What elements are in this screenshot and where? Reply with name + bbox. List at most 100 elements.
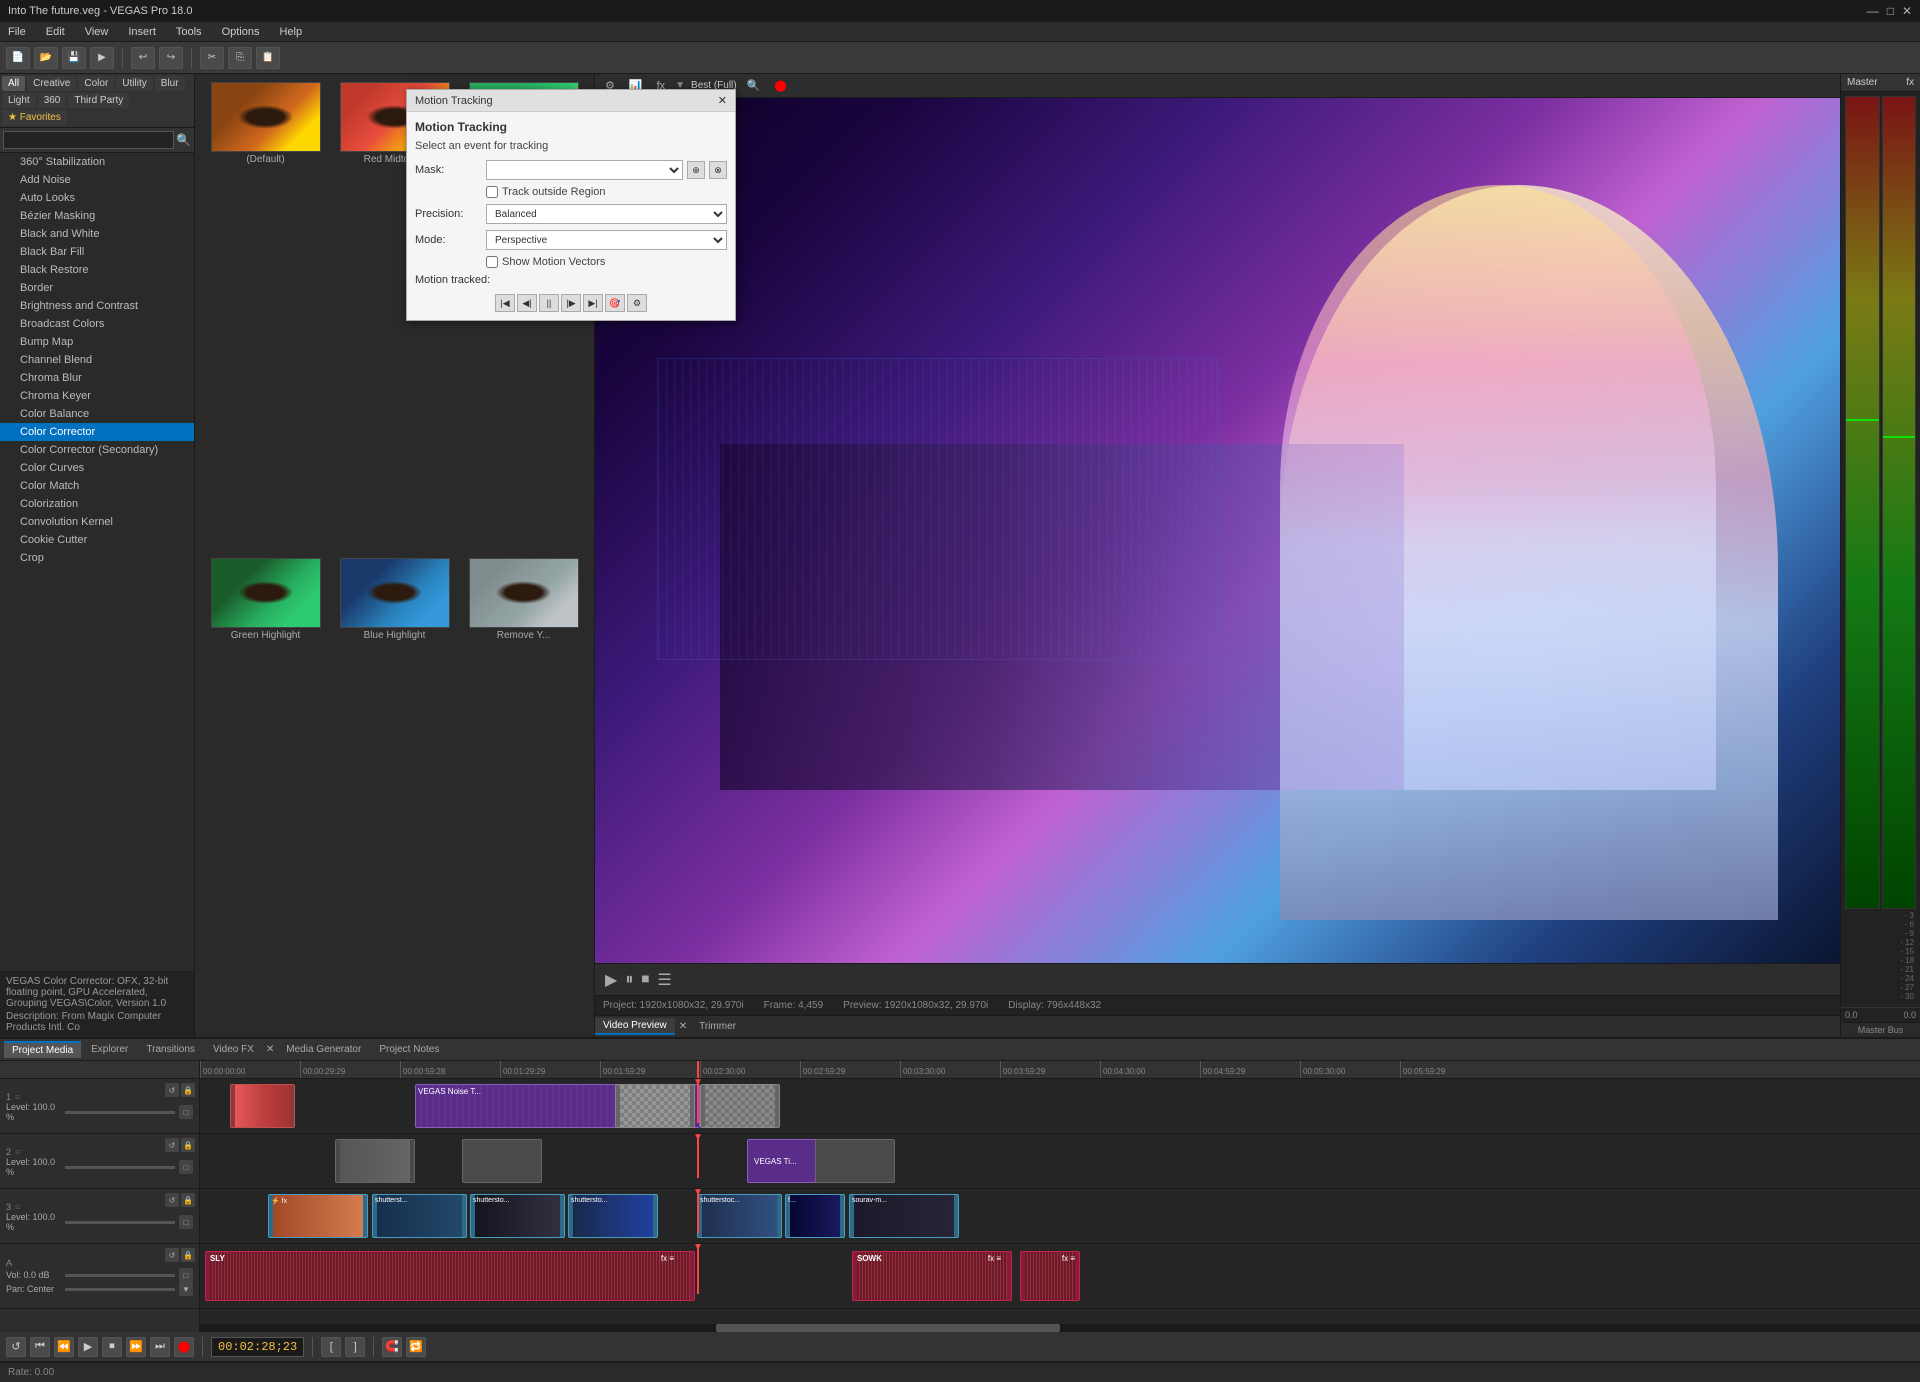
open-btn[interactable]: 📂: [34, 47, 58, 69]
clip-gray-1[interactable]: [335, 1139, 415, 1183]
menu-options[interactable]: Options: [218, 26, 264, 38]
clip-audio-sowk[interactable]: SOWK fx ≡: [852, 1251, 1012, 1301]
effect-add-noise[interactable]: Add Noise: [0, 171, 194, 189]
clip-video-4[interactable]: shuttersto...: [568, 1194, 658, 1238]
clip-audio-more[interactable]: fx ≡: [1020, 1251, 1080, 1301]
loop-btn[interactable]: ↺: [6, 1337, 26, 1357]
preview-record-btn[interactable]: ⬤: [770, 77, 790, 94]
tab-trimmer[interactable]: Trimmer: [691, 1019, 744, 1034]
audio-pan-slider[interactable]: [65, 1288, 175, 1291]
effect-black-restore[interactable]: Black Restore: [0, 261, 194, 279]
menu-view[interactable]: View: [81, 26, 113, 38]
dialog-tool-1[interactable]: |◀: [495, 294, 515, 312]
effect-brightness-contrast[interactable]: Brightness and Contrast: [0, 297, 194, 315]
precision-select[interactable]: Balanced Fast Precise: [486, 204, 727, 224]
effect-border[interactable]: Border: [0, 279, 194, 297]
tab-video-fx[interactable]: Video FX: [205, 1042, 262, 1057]
dialog-close-btn[interactable]: ✕: [718, 94, 727, 107]
dialog-tool-6[interactable]: 🎯: [605, 294, 625, 312]
clip-gray-3[interactable]: [815, 1139, 895, 1183]
audio-vol-btn[interactable]: □: [179, 1268, 193, 1282]
mask-select[interactable]: [486, 160, 683, 180]
effect-black-white[interactable]: Black and White: [0, 225, 194, 243]
effect-colorization[interactable]: Colorization: [0, 495, 194, 513]
new-btn[interactable]: 📄: [6, 47, 30, 69]
mask-btn2[interactable]: ⊗: [709, 161, 727, 179]
thumb-remove-y[interactable]: Remove Y...: [461, 558, 586, 1030]
next-frame-btn[interactable]: ⏭: [150, 1337, 170, 1357]
track-outside-checkbox[interactable]: [486, 186, 498, 198]
audio-lock[interactable]: 🔒: [181, 1248, 195, 1262]
track-2-vol-btn[interactable]: □: [179, 1160, 193, 1174]
cut-btn[interactable]: ✂: [200, 47, 224, 69]
maximize-btn[interactable]: □: [1887, 4, 1894, 18]
dialog-tool-2[interactable]: ◀|: [517, 294, 537, 312]
effect-color-curves[interactable]: Color Curves: [0, 459, 194, 477]
menu-edit[interactable]: Edit: [42, 26, 69, 38]
tab-explorer[interactable]: Explorer: [83, 1042, 136, 1057]
tab-blur[interactable]: Blur: [155, 76, 185, 91]
menu-file[interactable]: File: [4, 26, 30, 38]
menu-tools[interactable]: Tools: [172, 26, 206, 38]
tab-transitions[interactable]: Transitions: [138, 1042, 203, 1057]
loop-region-btn[interactable]: 🔁: [406, 1337, 426, 1357]
clip-video-5[interactable]: shutterstoc...: [697, 1194, 782, 1238]
dialog-tool-7[interactable]: ⚙: [627, 294, 647, 312]
effect-crop[interactable]: Crop: [0, 549, 194, 567]
close-btn[interactable]: ✕: [1902, 4, 1912, 18]
effect-broadcast-colors[interactable]: Broadcast Colors: [0, 315, 194, 333]
mark-in-btn[interactable]: [: [321, 1337, 341, 1357]
redo-btn[interactable]: ↪: [159, 47, 183, 69]
tab-creative[interactable]: Creative: [27, 76, 76, 91]
effect-chroma-blur[interactable]: Chroma Blur: [0, 369, 194, 387]
save-btn[interactable]: 💾: [62, 47, 86, 69]
clip-checker-2[interactable]: [700, 1084, 780, 1128]
clip-video-1[interactable]: ⚡ fx: [268, 1194, 368, 1238]
audio-loop[interactable]: ↺: [165, 1248, 179, 1262]
track-3-vol-btn[interactable]: □: [179, 1215, 193, 1229]
scroll-thumb[interactable]: [716, 1324, 1060, 1332]
clip-gray-2[interactable]: [462, 1139, 542, 1183]
effect-color-corrector[interactable]: Color Corrector: [0, 423, 194, 441]
effect-chroma-keyer[interactable]: Chroma Keyer: [0, 387, 194, 405]
effect-cookie-cutter[interactable]: Cookie Cutter: [0, 531, 194, 549]
track-3-loop[interactable]: ↺: [165, 1193, 179, 1207]
effect-color-corrector-sec[interactable]: Color Corrector (Secondary): [0, 441, 194, 459]
undo-btn[interactable]: ↩: [131, 47, 155, 69]
tab-color[interactable]: Color: [78, 76, 114, 91]
effect-convolution-kernel[interactable]: Convolution Kernel: [0, 513, 194, 531]
stop-btn[interactable]: ⏹: [641, 971, 649, 989]
audio-pan-btn[interactable]: ▼: [179, 1282, 193, 1296]
dialog-tool-5[interactable]: ▶|: [583, 294, 603, 312]
render-btn[interactable]: ▶: [90, 47, 114, 69]
clip-video-6[interactable]: f...: [785, 1194, 845, 1238]
mark-out-btn[interactable]: ]: [345, 1337, 365, 1357]
track-2-slider[interactable]: [65, 1166, 175, 1169]
track-2-loop[interactable]: ↺: [165, 1138, 179, 1152]
thumb-green-highlight[interactable]: Green Highlight: [203, 558, 328, 1030]
tab-favorites[interactable]: ★ Favorites: [2, 110, 67, 125]
tab-video-preview[interactable]: Video Preview: [595, 1018, 675, 1035]
search-input[interactable]: [3, 131, 174, 149]
tab-project-media[interactable]: Project Media: [4, 1041, 81, 1058]
effect-bezier-masking[interactable]: Bézier Masking: [0, 207, 194, 225]
tab-all[interactable]: All: [2, 76, 25, 91]
snap-btn[interactable]: 🧲: [382, 1337, 402, 1357]
timeline-content[interactable]: 00:02:28;23 00:00:00:00 00:00:29:29 00:0…: [200, 1061, 1920, 1332]
rewind-btn[interactable]: ⏪: [54, 1337, 74, 1357]
tab-light[interactable]: Light: [2, 93, 36, 108]
show-vectors-checkbox[interactable]: [486, 256, 498, 268]
effect-color-match[interactable]: Color Match: [0, 477, 194, 495]
record-btn[interactable]: ⬤: [174, 1337, 194, 1357]
tab-360[interactable]: 360: [38, 93, 67, 108]
video-fx-close[interactable]: ✕: [264, 1044, 276, 1055]
minimize-btn[interactable]: —: [1867, 4, 1879, 18]
effect-360-stab[interactable]: 360° Stabilization: [0, 153, 194, 171]
clip-video-3[interactable]: shuttersto...: [470, 1194, 565, 1238]
track-1-vol-btn[interactable]: □: [179, 1105, 193, 1119]
preview-zoom-btn[interactable]: 🔍: [743, 77, 765, 94]
forward-btn[interactable]: ⏩: [126, 1337, 146, 1357]
effect-auto-looks[interactable]: Auto Looks: [0, 189, 194, 207]
effect-black-bar[interactable]: Black Bar Fill: [0, 243, 194, 261]
horizontal-scrollbar[interactable]: [200, 1324, 1920, 1332]
